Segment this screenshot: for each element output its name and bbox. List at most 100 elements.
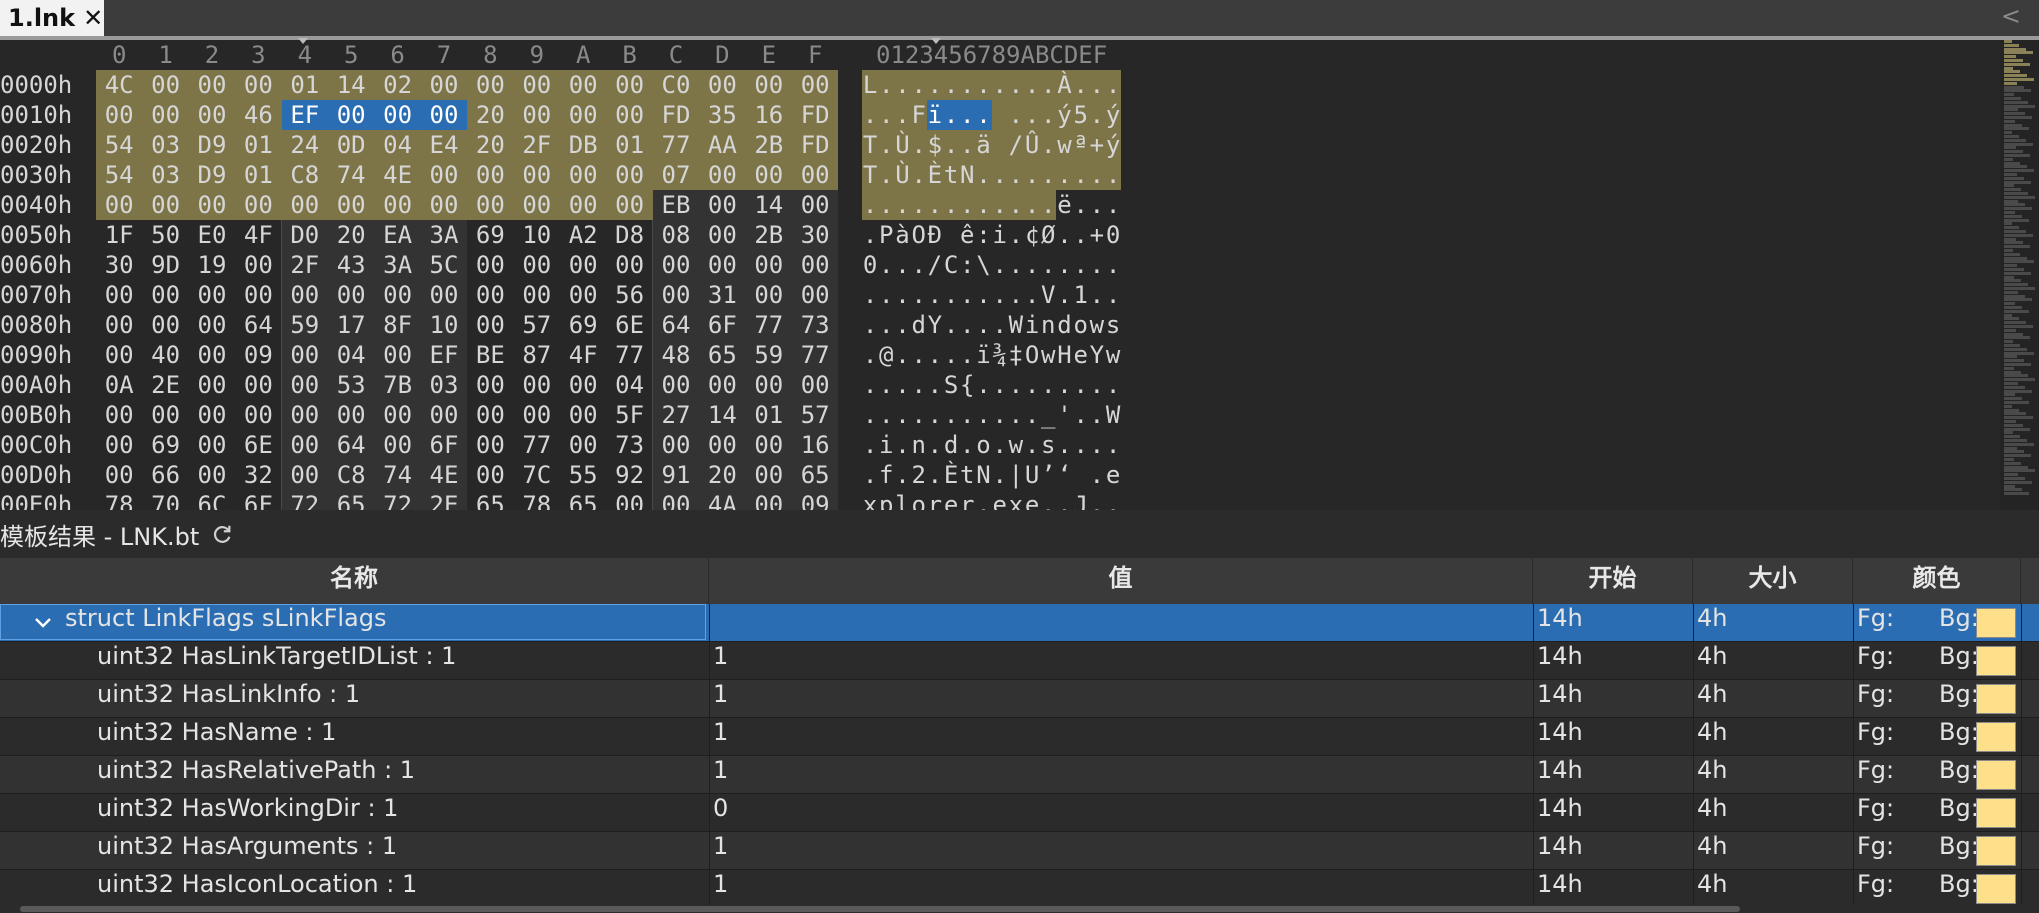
ascii-char[interactable]: ý — [1056, 100, 1073, 130]
ascii-char[interactable] — [991, 100, 1008, 130]
hex-byte[interactable]: 01 — [235, 130, 282, 160]
ascii-char[interactable]: . — [1089, 250, 1105, 280]
hex-byte[interactable]: A2 — [560, 220, 606, 250]
ascii-char[interactable]: . — [926, 70, 943, 100]
ascii-char[interactable]: . — [910, 130, 927, 160]
ascii-char[interactable]: . — [975, 190, 992, 220]
ascii-char[interactable]: . — [1040, 100, 1057, 130]
hex-byte[interactable]: 4A — [699, 490, 746, 510]
ascii-char[interactable]: à — [894, 220, 910, 250]
hex-byte[interactable]: 4E — [374, 160, 421, 190]
ascii-char[interactable]: ‘ — [1056, 460, 1072, 490]
hex-byte[interactable]: 00 — [235, 190, 282, 220]
ascii-char[interactable]: . — [992, 370, 1008, 400]
ascii-char[interactable] — [991, 130, 1008, 160]
ascii-char[interactable]: . — [862, 430, 878, 460]
template-row[interactable]: struct LinkFlags sLinkFlags 14h 4h Fg: Bg: — [0, 604, 2039, 642]
ascii-char[interactable]: . — [1008, 220, 1024, 250]
hex-byte[interactable]: 00 — [745, 160, 792, 190]
hex-byte[interactable]: 00 — [142, 310, 188, 340]
ascii-char[interactable]: / — [1007, 130, 1024, 160]
hex-byte[interactable]: 00 — [467, 310, 513, 340]
hex-byte[interactable]: 65 — [328, 490, 375, 510]
ascii-char[interactable]: . — [1073, 430, 1089, 460]
hex-byte[interactable]: 59 — [745, 340, 792, 370]
hex-byte[interactable]: 00 — [560, 160, 607, 190]
ascii-char[interactable]: O — [911, 220, 927, 250]
ascii-char[interactable]: . — [1007, 100, 1024, 130]
hex-byte[interactable]: 00 — [699, 370, 746, 400]
ascii-char[interactable]: . — [1040, 130, 1057, 160]
hex-byte[interactable]: 00 — [699, 220, 746, 250]
template-row[interactable]: uint32 HasArguments : 1 1 14h 4h Fg: Bg: — [0, 832, 2039, 870]
ascii-char[interactable]: . — [862, 340, 878, 370]
ascii-char[interactable]: ¢ — [1024, 220, 1040, 250]
ascii-char[interactable]: { — [959, 370, 975, 400]
hex-byte[interactable]: 01 — [235, 160, 282, 190]
template-row[interactable]: uint32 HasName : 1 1 14h 4h Fg: Bg: — [0, 718, 2039, 756]
hex-byte[interactable]: 00 — [281, 430, 328, 460]
hex-byte[interactable]: 00 — [281, 190, 328, 220]
ascii-char[interactable]: . — [894, 370, 910, 400]
ascii-char[interactable]: . — [927, 460, 943, 490]
hex-byte[interactable]: 00 — [699, 160, 746, 190]
hex-byte[interactable]: 2E — [420, 490, 468, 510]
ascii-char[interactable]: N — [959, 160, 976, 190]
hex-byte[interactable]: 00 — [281, 340, 328, 370]
hex-byte[interactable]: 5C — [420, 250, 468, 280]
ascii-char[interactable]: d — [911, 310, 927, 340]
ascii-char[interactable]: À — [1056, 70, 1073, 100]
ascii-char[interactable]: 0 — [1105, 220, 1121, 250]
hex-byte[interactable]: 04 — [328, 340, 375, 370]
hex-byte[interactable]: 20 — [699, 460, 746, 490]
hex-byte[interactable]: 54 — [96, 160, 143, 190]
ascii-char[interactable]: . — [862, 220, 878, 250]
ascii-char[interactable]: r — [959, 490, 975, 510]
close-icon[interactable]: ✕ — [83, 4, 103, 32]
bg-color-swatch[interactable] — [1976, 760, 2016, 790]
ascii-char[interactable]: ï — [926, 100, 943, 130]
hex-byte[interactable]: 6C — [189, 490, 235, 510]
ascii-char[interactable]: . — [1105, 370, 1121, 400]
ascii-char[interactable]: . — [894, 310, 910, 340]
ascii-char[interactable]: . — [959, 100, 976, 130]
hex-byte[interactable]: 5F — [606, 400, 652, 430]
ascii-char[interactable]: . — [911, 250, 927, 280]
ascii-char[interactable]: . — [943, 280, 959, 310]
column-header-value[interactable]: 值 — [709, 558, 1533, 604]
hex-byte[interactable]: 0D — [328, 130, 375, 160]
hex-byte[interactable]: 00 — [467, 370, 513, 400]
ascii-char[interactable]: . — [927, 400, 943, 430]
hex-byte[interactable]: 00 — [560, 250, 606, 280]
hex-byte[interactable]: 6F — [235, 490, 281, 510]
hex-byte[interactable]: 00 — [792, 250, 839, 280]
bg-color-swatch[interactable] — [1976, 798, 2016, 828]
ascii-char[interactable]: e — [1024, 490, 1040, 510]
ascii-char[interactable]: Ø — [1040, 220, 1056, 250]
hex-byte[interactable]: FD — [652, 100, 700, 130]
hex-byte[interactable]: 00 — [189, 340, 235, 370]
ascii-char[interactable]: . — [1040, 190, 1057, 220]
hex-byte[interactable]: 00 — [96, 430, 142, 460]
hex-byte[interactable]: 00 — [420, 280, 468, 310]
ascii-char[interactable]: . — [1008, 250, 1024, 280]
hex-byte[interactable]: 00 — [560, 190, 607, 220]
ascii-char[interactable]: . — [959, 70, 976, 100]
horizontal-scrollbar[interactable] — [0, 905, 2039, 913]
ascii-char[interactable]: J — [1073, 490, 1089, 510]
ascii-char[interactable]: . — [943, 130, 960, 160]
hex-byte[interactable]: E0 — [189, 220, 235, 250]
ascii-char[interactable]: . — [894, 100, 911, 130]
ascii-char[interactable]: . — [959, 280, 975, 310]
hex-byte[interactable]: 00 — [514, 250, 560, 280]
ascii-char[interactable]: 1 — [1073, 280, 1089, 310]
ascii-char[interactable]: . — [910, 160, 927, 190]
hex-byte[interactable]: 78 — [514, 490, 560, 510]
hex-byte[interactable]: 2F — [281, 250, 328, 280]
hex-byte[interactable]: 00 — [467, 190, 514, 220]
hex-byte[interactable]: 00 — [188, 70, 236, 100]
ascii-char[interactable]: x — [862, 490, 878, 510]
hex-byte[interactable]: 00 — [514, 400, 560, 430]
ascii-char[interactable]: . — [1040, 70, 1057, 100]
ascii-char[interactable]: . — [894, 400, 910, 430]
